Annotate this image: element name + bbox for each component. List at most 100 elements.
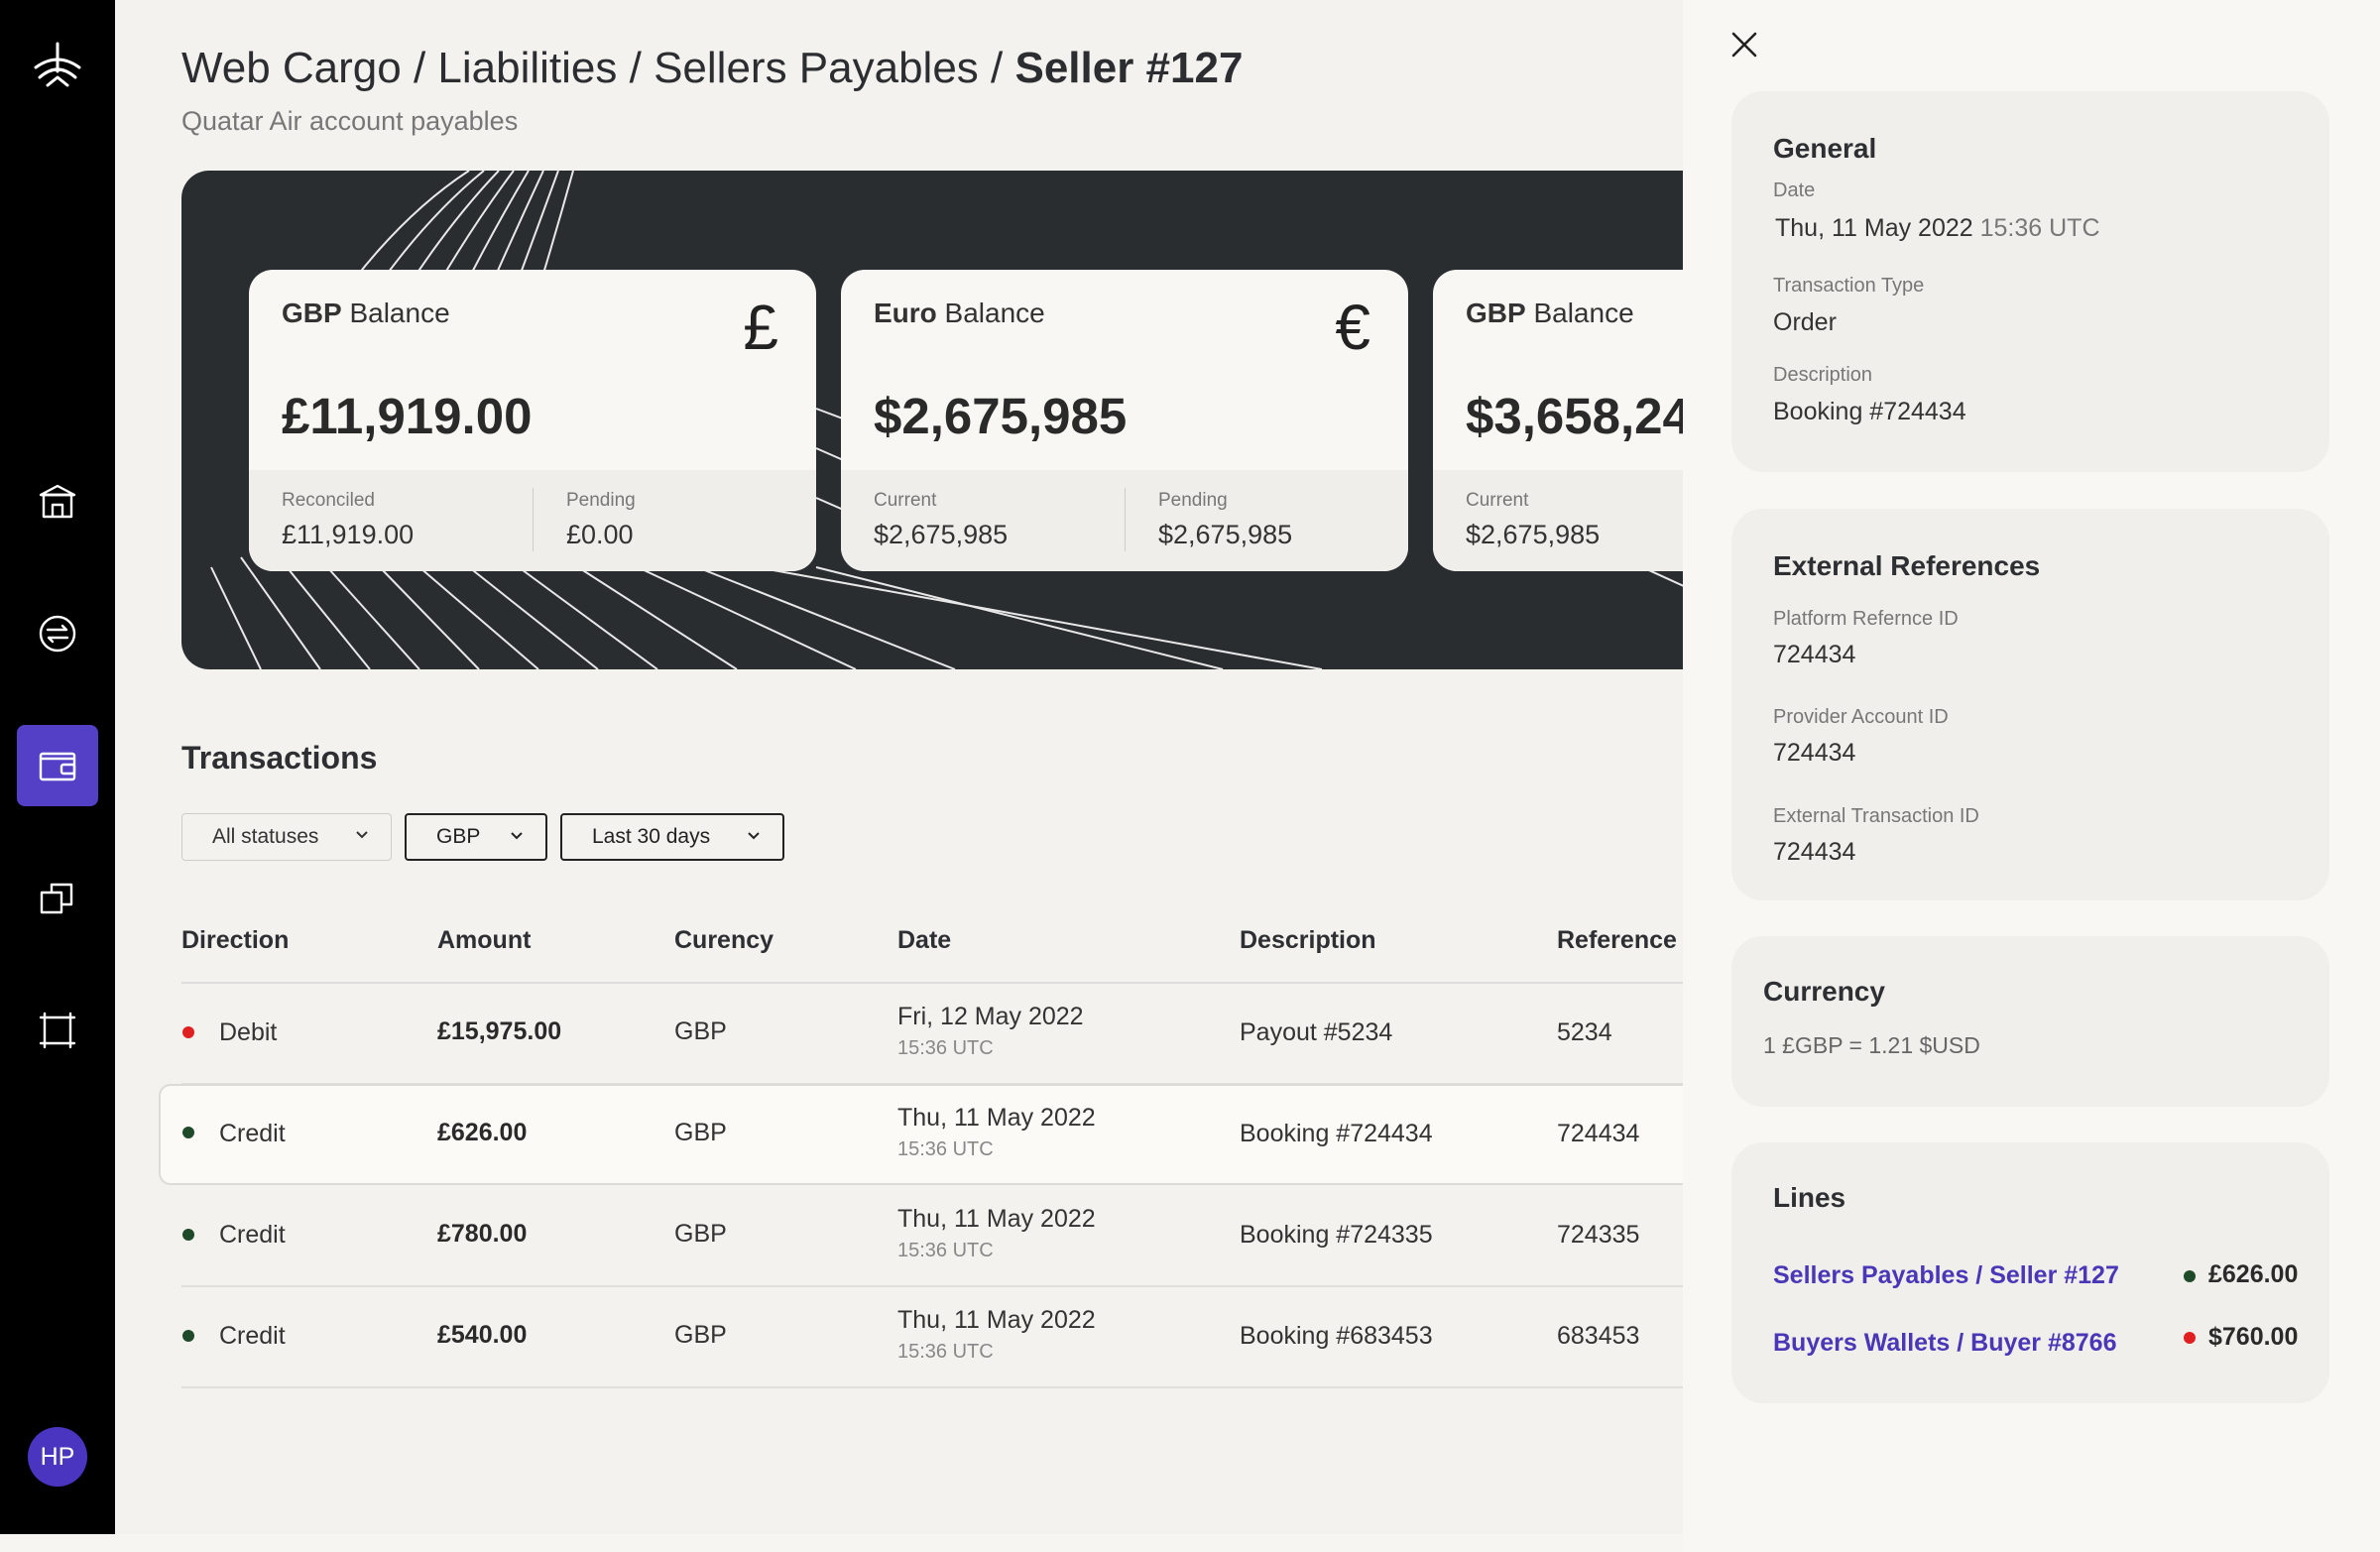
currency-filter-value: GBP	[436, 825, 481, 848]
balance-card-euro[interactable]: Euro Balance € $2,675,985 Current $2,675…	[841, 270, 1408, 571]
close-icon[interactable]	[1729, 30, 1759, 60]
chevron-down-icon	[511, 832, 523, 840]
row-reference: 5234	[1557, 1018, 1612, 1046]
lines-card: Lines Sellers Payables / Seller #127 £62…	[1731, 1142, 2329, 1403]
row-currency: GBP	[674, 1119, 727, 1146]
row-direction: Credit	[219, 1120, 286, 1147]
row-currency: GBP	[674, 1321, 727, 1349]
card-right-value: £0.00	[566, 520, 634, 549]
breadcrumb: Web Cargo / Liabilities / Sellers Payabl…	[181, 44, 1243, 93]
column-header-direction[interactable]: Direction	[181, 926, 289, 955]
card-title: GBP Balance	[1466, 298, 1634, 328]
platform-reference-label: Platform Refernce ID	[1773, 608, 1959, 630]
card-left-value: £11,919.00	[282, 520, 415, 549]
currency-filter[interactable]: GBP	[405, 813, 547, 861]
row-amount: £780.00	[437, 1220, 528, 1248]
chevron-down-icon	[748, 832, 760, 840]
status-filter[interactable]: All statuses	[181, 813, 392, 861]
debit-status-dot	[182, 1026, 194, 1038]
row-description: Booking #724335	[1240, 1221, 1433, 1249]
card-amount: $3,658,24	[1466, 388, 1686, 444]
card-left-label: Current	[874, 490, 937, 511]
date-label: Date	[1773, 179, 1816, 201]
euro-icon: €	[1335, 292, 1370, 363]
column-header-date[interactable]: Date	[897, 926, 951, 955]
date-value: Thu, 11 May 2022 15:36 UTC	[1775, 214, 2100, 242]
nav-copy-icon[interactable]	[17, 858, 98, 939]
card-amount: $2,675,985	[874, 388, 1128, 444]
row-date: Thu, 11 May 2022 15:36 UTC	[897, 1205, 1096, 1261]
transactions-title: Transactions	[181, 740, 378, 776]
card-left-label: Reconciled	[282, 490, 375, 511]
nav-bank-icon[interactable]	[17, 461, 98, 542]
nav-exchange-icon[interactable]	[17, 593, 98, 674]
row-amount: £540.00	[437, 1321, 528, 1349]
general-card: General Date Thu, 11 May 2022 15:36 UTC …	[1731, 91, 2329, 472]
row-direction: Credit	[219, 1322, 286, 1350]
debit-status-dot	[2184, 1332, 2196, 1344]
pound-icon: £	[743, 292, 778, 363]
line-link-seller[interactable]: Sellers Payables / Seller #127	[1773, 1261, 2119, 1290]
breadcrumb-path[interactable]: Web Cargo / Liabilities / Sellers Payabl…	[181, 44, 1014, 92]
general-title: General	[1773, 133, 1877, 164]
row-date: Fri, 12 May 2022 15:36 UTC	[897, 1003, 1084, 1059]
row-description: Booking #683453	[1240, 1322, 1433, 1350]
nav-flow-icon[interactable]	[17, 990, 98, 1071]
transaction-type-label: Transaction Type	[1773, 275, 1925, 297]
card-left-value: $2,675,985	[874, 520, 1009, 549]
status-filter-value: All statuses	[212, 825, 319, 848]
credit-status-dot	[182, 1127, 194, 1138]
column-header-reference[interactable]: Reference I	[1557, 926, 1691, 955]
period-filter-value: Last 30 days	[592, 825, 711, 848]
user-avatar[interactable]: HP	[28, 1427, 87, 1487]
currency-card: Currency 1 £GBP = 1.21 $USD	[1731, 936, 2329, 1107]
currency-title: Currency	[1763, 976, 1885, 1007]
row-reference: 724335	[1557, 1221, 1640, 1249]
external-references-title: External References	[1773, 550, 2041, 581]
row-reference: 724434	[1557, 1120, 1640, 1147]
row-direction: Credit	[219, 1221, 286, 1249]
row-date: Thu, 11 May 2022 15:36 UTC	[897, 1306, 1096, 1363]
row-date: Thu, 11 May 2022 15:36 UTC	[897, 1104, 1096, 1160]
chevron-down-icon	[356, 831, 368, 839]
bottom-strip	[0, 1534, 1686, 1552]
nav-wallet-icon[interactable]	[17, 725, 98, 806]
line-amount-seller: £626.00	[2208, 1260, 2299, 1288]
breadcrumb-current: Seller #127	[1014, 44, 1244, 92]
provider-account-value: 724434	[1773, 739, 1856, 767]
column-header-description[interactable]: Description	[1240, 926, 1376, 955]
row-currency: GBP	[674, 1017, 727, 1045]
card-left-label: Current	[1466, 490, 1529, 511]
page-subtitle: Quatar Air account payables	[181, 106, 519, 136]
card-title: Euro Balance	[874, 298, 1045, 328]
row-amount: £15,975.00	[437, 1017, 562, 1045]
balance-card-gbp[interactable]: GBP Balance £ £11,919.00 Reconciled £11,…	[249, 270, 816, 571]
card-title: GBP Balance	[282, 298, 450, 328]
column-header-currency[interactable]: Curency	[674, 926, 774, 955]
credit-status-dot	[182, 1330, 194, 1342]
external-transaction-value: 724434	[1773, 838, 1856, 866]
credit-status-dot	[2184, 1270, 2196, 1282]
line-amount-buyer: $760.00	[2208, 1323, 2299, 1351]
period-filter[interactable]: Last 30 days	[560, 813, 784, 861]
balance-card-gbp-2[interactable]: GBP Balance $3,658,24 Current $2,675,985	[1433, 270, 1686, 571]
description-value: Booking #724434	[1773, 398, 1966, 425]
balances-hero: GBP Balance £ £11,919.00 Reconciled £11,…	[181, 171, 1686, 669]
provider-account-label: Provider Account ID	[1773, 706, 1949, 728]
card-right-value: $2,675,985	[1158, 520, 1293, 549]
logo-icon	[34, 42, 81, 87]
row-amount: £626.00	[437, 1119, 528, 1146]
external-references-card: External References Platform Refernce ID…	[1731, 509, 2329, 900]
card-amount: £11,919.00	[282, 388, 533, 444]
lines-title: Lines	[1773, 1182, 1846, 1213]
row-description: Booking #724434	[1240, 1120, 1433, 1147]
row-description: Payout #5234	[1240, 1018, 1393, 1046]
sidebar: HP	[0, 0, 115, 1534]
transaction-type-value: Order	[1773, 308, 1837, 336]
row-currency: GBP	[674, 1220, 727, 1248]
description-label: Description	[1773, 364, 1873, 386]
credit-status-dot	[182, 1229, 194, 1241]
external-transaction-label: External Transaction ID	[1773, 805, 1979, 827]
column-header-amount[interactable]: Amount	[437, 926, 531, 955]
line-link-buyer[interactable]: Buyers Wallets / Buyer #8766	[1773, 1329, 2116, 1358]
